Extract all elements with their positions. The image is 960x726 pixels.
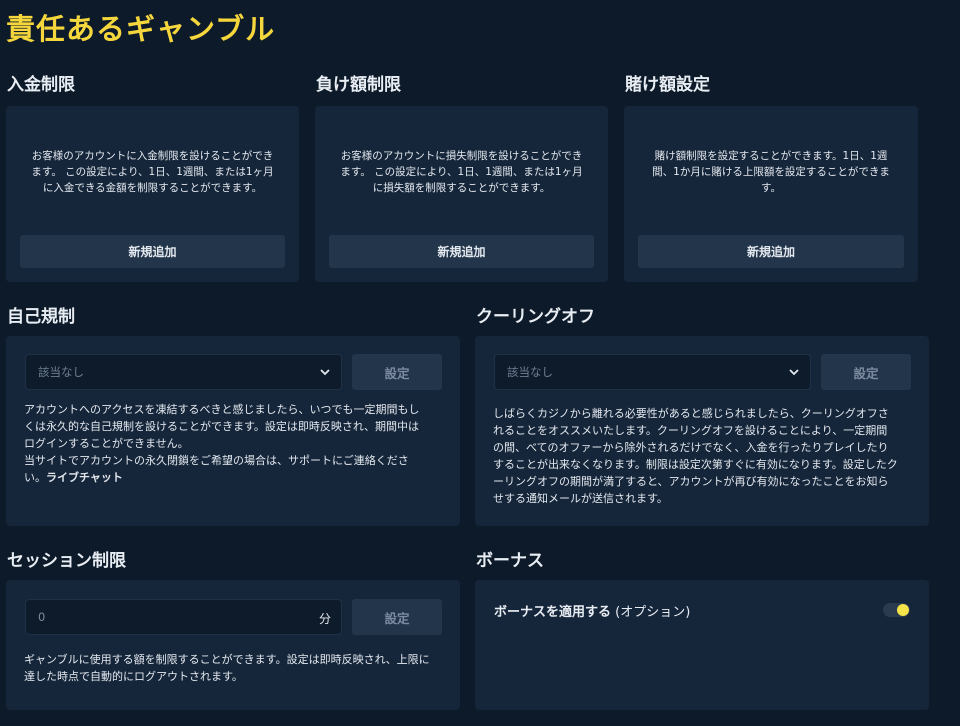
deposit-limit-description: お客様のアカウントに入金制限を設けることができ ます。 この設定により、1日、1… <box>31 150 274 194</box>
cooling-off-card: 該当なし 設定 しばらくカジノから離れる必要性があると感じられましたら、クーリン… <box>475 336 929 526</box>
self-exclusion-select-value: 該当なし <box>38 365 84 379</box>
bonus-toggle[interactable] <box>883 603 910 617</box>
session-limit-set-button[interactable]: 設定 <box>352 599 442 635</box>
self-exclusion-description: アカウントへのアクセスを凍結するべきと感じましたら、いつでも一定期間もし くは永… <box>24 403 420 484</box>
bet-limit-card: 賭け額制限を設定することができます。1日、1週 間、1か月に賭ける上限額を設定す… <box>624 106 918 282</box>
session-limit-title: セッション制限 <box>7 551 126 571</box>
cooling-off-select[interactable]: 該当なし <box>494 354 811 390</box>
page-title: 責任あるギャンブル <box>6 12 276 46</box>
self-exclusion-title: 自己規制 <box>7 307 75 327</box>
loss-limit-add-button[interactable]: 新規追加 <box>329 235 594 268</box>
chevron-down-icon <box>320 369 330 376</box>
self-exclusion-set-button[interactable]: 設定 <box>352 354 442 390</box>
bet-limit-description: 賭け額制限を設定することができます。1日、1週 間、1か月に賭ける上限額を設定す… <box>652 150 890 194</box>
bonus-optional: (オプション) <box>615 605 691 620</box>
cooling-off-select-value: 該当なし <box>507 365 553 379</box>
self-exclusion-select[interactable]: 該当なし <box>25 354 342 390</box>
session-limit-card: 0 分 設定 ギャンブルに使用する額を制限することができます。設定は即時反映され… <box>6 580 460 710</box>
live-chat-link[interactable]: ライブチャット <box>46 471 123 484</box>
loss-limit-card: お客様のアカウントに損失制限を設けることができ ます。 この設定により、1日、1… <box>315 106 608 282</box>
chevron-down-icon <box>789 369 799 376</box>
cooling-off-set-button[interactable]: 設定 <box>821 354 911 390</box>
self-exclusion-card: 該当なし 設定 アカウントへのアクセスを凍結するべきと感じましたら、いつでも一定… <box>6 336 460 526</box>
cooling-off-description: しばらくカジノから離れる必要性があると感じられましたら、クーリングオフさ れるこ… <box>493 407 898 505</box>
bet-limit-add-button[interactable]: 新規追加 <box>638 235 904 268</box>
deposit-limit-title: 入金制限 <box>7 75 75 95</box>
loss-limit-description: お客様のアカウントに損失制限を設けることができ ます。 この設定により、1日、1… <box>340 150 583 194</box>
session-limit-description: ギャンブルに使用する額を制限することができます。設定は即時反映され、上限に 達し… <box>24 653 430 683</box>
bonus-label-row: ボーナスを適用する (オプション) <box>494 601 690 620</box>
bonus-title: ボーナス <box>476 551 544 571</box>
deposit-limit-card: お客様のアカウントに入金制限を設けることができ ます。 この設定により、1日、1… <box>6 106 299 282</box>
deposit-limit-add-button[interactable]: 新規追加 <box>20 235 285 268</box>
session-limit-input[interactable]: 0 分 <box>25 599 342 635</box>
toggle-knob <box>897 604 909 616</box>
session-limit-input-value: 0 <box>38 610 46 624</box>
minutes-unit: 分 <box>318 612 331 626</box>
cooling-off-title: クーリングオフ <box>476 307 595 327</box>
loss-limit-title: 負け額制限 <box>316 75 401 95</box>
bet-limit-title: 賭け額設定 <box>625 75 710 95</box>
bonus-label: ボーナスを適用する <box>494 605 612 620</box>
bonus-card: ボーナスを適用する (オプション) <box>475 580 929 710</box>
